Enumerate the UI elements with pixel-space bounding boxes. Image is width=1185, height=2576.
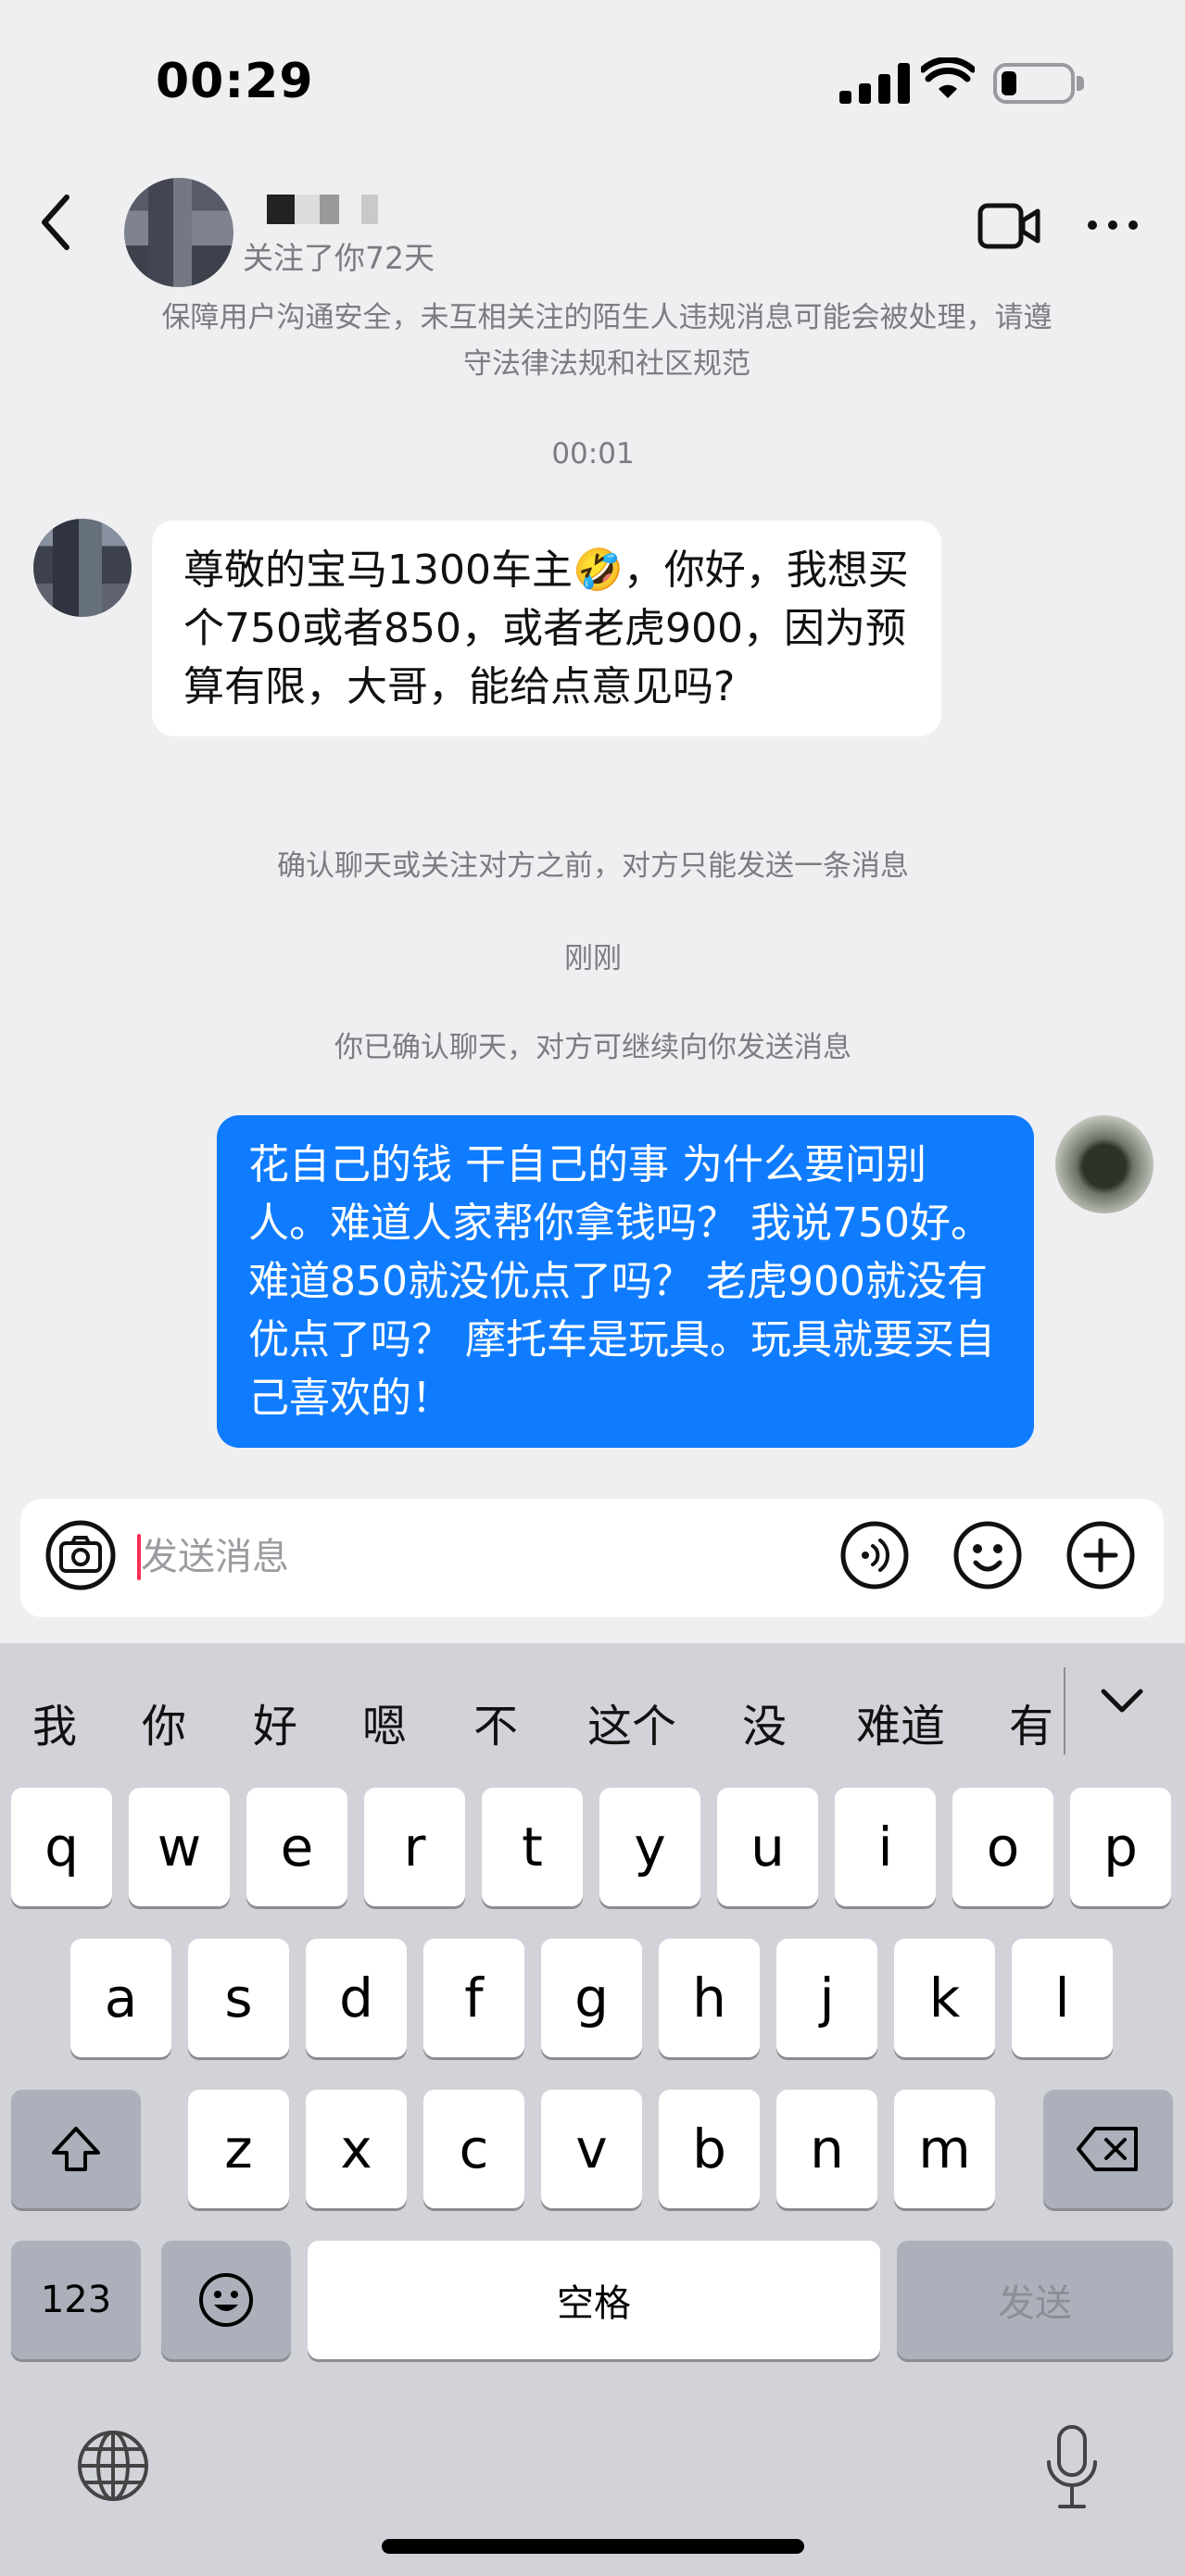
- key-b[interactable]: b: [659, 2090, 760, 2208]
- key-e[interactable]: e: [246, 1788, 347, 1906]
- key-v[interactable]: v: [541, 2090, 642, 2208]
- key-j[interactable]: j: [776, 1939, 877, 2057]
- candidate-word[interactable]: 没: [734, 1690, 795, 1754]
- battery-tip: [1077, 76, 1084, 91]
- key-c[interactable]: c: [423, 2090, 524, 2208]
- key-d[interactable]: d: [306, 1939, 407, 2057]
- globe-icon[interactable]: [74, 2427, 152, 2505]
- candidate-word[interactable]: 有: [1001, 1690, 1062, 1754]
- home-indicator: [382, 2539, 804, 2554]
- candidate-word[interactable]: 不: [465, 1690, 526, 1754]
- signal-icon: [839, 63, 910, 104]
- chevron-down-icon[interactable]: [1098, 1684, 1146, 1721]
- key-t[interactable]: t: [482, 1788, 583, 1906]
- key-w[interactable]: w: [129, 1788, 230, 1906]
- key-x[interactable]: x: [306, 2090, 407, 2208]
- key-p[interactable]: p: [1070, 1788, 1171, 1906]
- voice-icon[interactable]: [839, 1520, 910, 1590]
- key-z[interactable]: z: [188, 2090, 289, 2208]
- more-icon[interactable]: [1084, 206, 1141, 243]
- key-u[interactable]: u: [717, 1788, 818, 1906]
- key-y[interactable]: y: [599, 1788, 700, 1906]
- plus-icon[interactable]: [1065, 1520, 1136, 1590]
- key-f[interactable]: f: [423, 1939, 524, 2057]
- message-timestamp: 00:01: [551, 437, 635, 471]
- shift-icon: [52, 2127, 100, 2171]
- message-timestamp: 刚刚: [564, 942, 622, 975]
- send-key[interactable]: 发送: [897, 2241, 1173, 2359]
- candidate-word[interactable]: 难道: [847, 1690, 954, 1754]
- emoji-icon[interactable]: [952, 1520, 1023, 1590]
- candidate-word[interactable]: 这个: [578, 1690, 686, 1754]
- key-l[interactable]: l: [1012, 1939, 1113, 2057]
- candidate-word[interactable]: 好: [245, 1690, 306, 1754]
- follow-duration: 关注了你72天: [243, 240, 435, 276]
- key-o[interactable]: o: [952, 1788, 1053, 1906]
- my-avatar[interactable]: [1055, 1115, 1153, 1213]
- key-i[interactable]: i: [835, 1788, 936, 1906]
- key-a[interactable]: a: [70, 1939, 171, 2057]
- key-m[interactable]: m: [894, 2090, 995, 2208]
- space-key[interactable]: 空格: [308, 2241, 880, 2359]
- one-message-notice: 确认聊天或关注对方之前，对方只能发送一条消息: [277, 849, 909, 883]
- key-k[interactable]: k: [894, 1939, 995, 2057]
- candidate-word[interactable]: 你: [133, 1690, 195, 1754]
- candidate-word[interactable]: 嗯: [354, 1690, 415, 1754]
- key-g[interactable]: g: [541, 1939, 642, 2057]
- battery-icon: [993, 63, 1075, 104]
- microphone-icon[interactable]: [1043, 2423, 1101, 2512]
- shift-key[interactable]: [11, 2090, 141, 2208]
- key-h[interactable]: h: [659, 1939, 760, 2057]
- back-icon[interactable]: [33, 190, 82, 255]
- smiley-icon: [199, 2273, 253, 2327]
- delete-key[interactable]: [1043, 2090, 1173, 2208]
- key-q[interactable]: q: [11, 1788, 112, 1906]
- status-time: 00:29: [156, 54, 314, 109]
- wifi-icon: [921, 57, 975, 98]
- emoji-keyboard-key[interactable]: [161, 2241, 291, 2359]
- chat-confirmed-notice: 你已确认聊天，对方可继续向你发送消息: [334, 1031, 851, 1064]
- video-call-icon[interactable]: [977, 200, 1041, 252]
- message-input[interactable]: [141, 1530, 789, 1584]
- key-n[interactable]: n: [776, 2090, 877, 2208]
- candidate-word[interactable]: 我: [24, 1690, 85, 1754]
- contact-avatar[interactable]: [124, 178, 233, 287]
- outgoing-message[interactable]: 花自己的钱 干自己的事 为什么要问别人。难道人家帮你拿钱吗？ 我说750好。 难…: [217, 1115, 1034, 1448]
- contact-name-redacted: [267, 195, 406, 224]
- key-s[interactable]: s: [188, 1939, 289, 2057]
- camera-icon[interactable]: [44, 1519, 117, 1591]
- delete-icon: [1077, 2127, 1138, 2171]
- safety-notice: 保障用户沟通安全，未互相关注的陌生人违规消息可能会被处理，请遵守法律法规和社区规…: [161, 301, 1053, 381]
- key-r[interactable]: r: [364, 1788, 465, 1906]
- sender-avatar[interactable]: [33, 519, 132, 617]
- candidate-divider: [1064, 1667, 1065, 1754]
- numbers-key[interactable]: 123: [11, 2241, 141, 2359]
- incoming-message[interactable]: 尊敬的宝马1300车主🤣，你好，我想买个750或者850，或者老虎900，因为预…: [152, 521, 941, 736]
